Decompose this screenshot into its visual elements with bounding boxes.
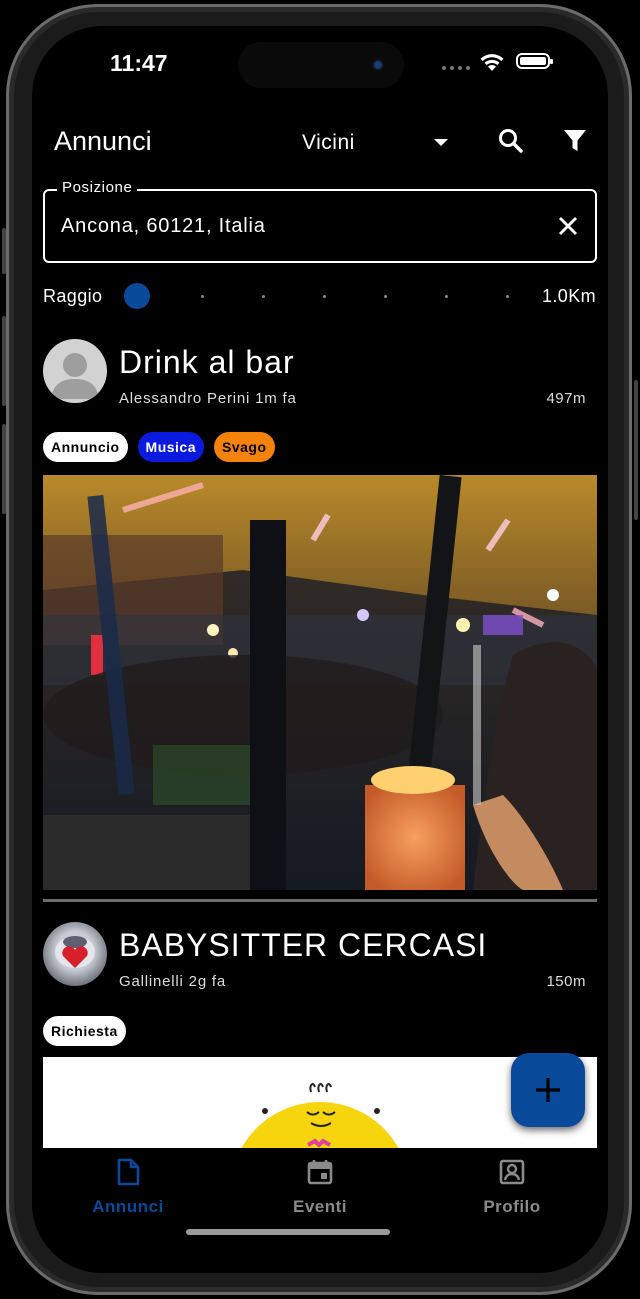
slider-tick: [262, 295, 265, 298]
post-title[interactable]: BABYSITTER CERCASI: [119, 927, 487, 964]
radius-label: Raggio: [43, 286, 103, 306]
bottom-navigation: Annunci Eventi Profilo: [32, 1148, 608, 1273]
nav-label: Annunci: [92, 1197, 164, 1216]
power-button: [634, 380, 638, 520]
tag-chip[interactable]: Svago: [214, 432, 275, 462]
tag-list: Annuncio Musica Svago: [43, 432, 275, 462]
filter-button[interactable]: [557, 123, 593, 159]
nav-item-profilo[interactable]: Profilo: [452, 1158, 572, 1217]
battery-icon: [516, 53, 553, 69]
post-time: 1m fa: [255, 390, 297, 407]
nav-item-annunci[interactable]: Annunci: [68, 1158, 188, 1217]
nav-item-eventi[interactable]: Eventi: [260, 1158, 380, 1217]
post-divider: [43, 899, 597, 902]
dynamic-island: [238, 42, 404, 88]
tag-list: Richiesta: [43, 1016, 126, 1046]
nav-label: Eventi: [292, 1197, 348, 1216]
nav-label: Profilo: [483, 1197, 541, 1216]
home-indicator[interactable]: [186, 1229, 390, 1235]
cellular-signal-icon: [442, 66, 470, 70]
heart-plush-icon: [55, 936, 95, 968]
tag-chip[interactable]: Annuncio: [43, 432, 128, 462]
post-author: Alessandro Perini: [119, 390, 251, 407]
slider-tick: [384, 295, 387, 298]
avatar-default[interactable]: [43, 339, 107, 403]
location-label: Posizione: [57, 179, 138, 196]
tag-chip[interactable]: Musica: [137, 432, 205, 462]
post-title[interactable]: Drink al bar: [119, 344, 295, 381]
slider-tick: [201, 295, 204, 298]
close-icon[interactable]: [555, 213, 581, 239]
sort-dropdown[interactable]: Vicini: [302, 128, 452, 158]
profile-icon: [499, 1159, 525, 1185]
volume-up-button: [2, 316, 6, 406]
slider-tick: [445, 295, 448, 298]
camera-icon: [372, 59, 384, 71]
plus-icon: [536, 1078, 560, 1102]
location-value[interactable]: Ancona, 60121, Italia: [61, 215, 266, 238]
post-author: Gallinelli: [119, 973, 184, 990]
wifi-icon: [480, 54, 504, 71]
person-icon: [51, 353, 99, 399]
calendar-icon: [307, 1160, 333, 1185]
post-distance: 150m: [546, 973, 586, 990]
app-screen: 11:47 Annunci Vicini Posizione Ancona, 6…: [32, 26, 608, 1273]
add-post-button[interactable]: [511, 1053, 585, 1127]
radius-slider[interactable]: [124, 283, 526, 309]
post-time: 2g fa: [188, 973, 227, 990]
bar-photo-image: [43, 475, 597, 890]
search-button[interactable]: [493, 123, 529, 159]
filter-icon: [564, 130, 586, 151]
search-icon: [499, 129, 523, 153]
slider-tick: [506, 295, 509, 298]
page-title: Annunci: [54, 126, 152, 156]
radius-value: 1.0Km: [542, 286, 597, 306]
dropdown-caret-icon: [434, 139, 448, 146]
post-distance: 497m: [546, 390, 586, 407]
slider-thumb[interactable]: [124, 283, 150, 309]
slider-tick: [323, 295, 326, 298]
avatar-user[interactable]: [43, 922, 107, 986]
mute-switch: [2, 228, 6, 274]
location-field[interactable]: Posizione Ancona, 60121, Italia: [43, 179, 597, 263]
post-meta: Gallinelli 2g fa: [119, 973, 226, 990]
status-time: 11:47: [110, 50, 168, 76]
sort-value: Vicini: [302, 131, 355, 154]
tag-chip[interactable]: Richiesta: [43, 1016, 126, 1046]
document-icon: [117, 1158, 140, 1186]
post-image[interactable]: [43, 475, 597, 890]
post-meta: Alessandro Perini 1m fa: [119, 390, 297, 407]
volume-down-button: [2, 424, 6, 514]
